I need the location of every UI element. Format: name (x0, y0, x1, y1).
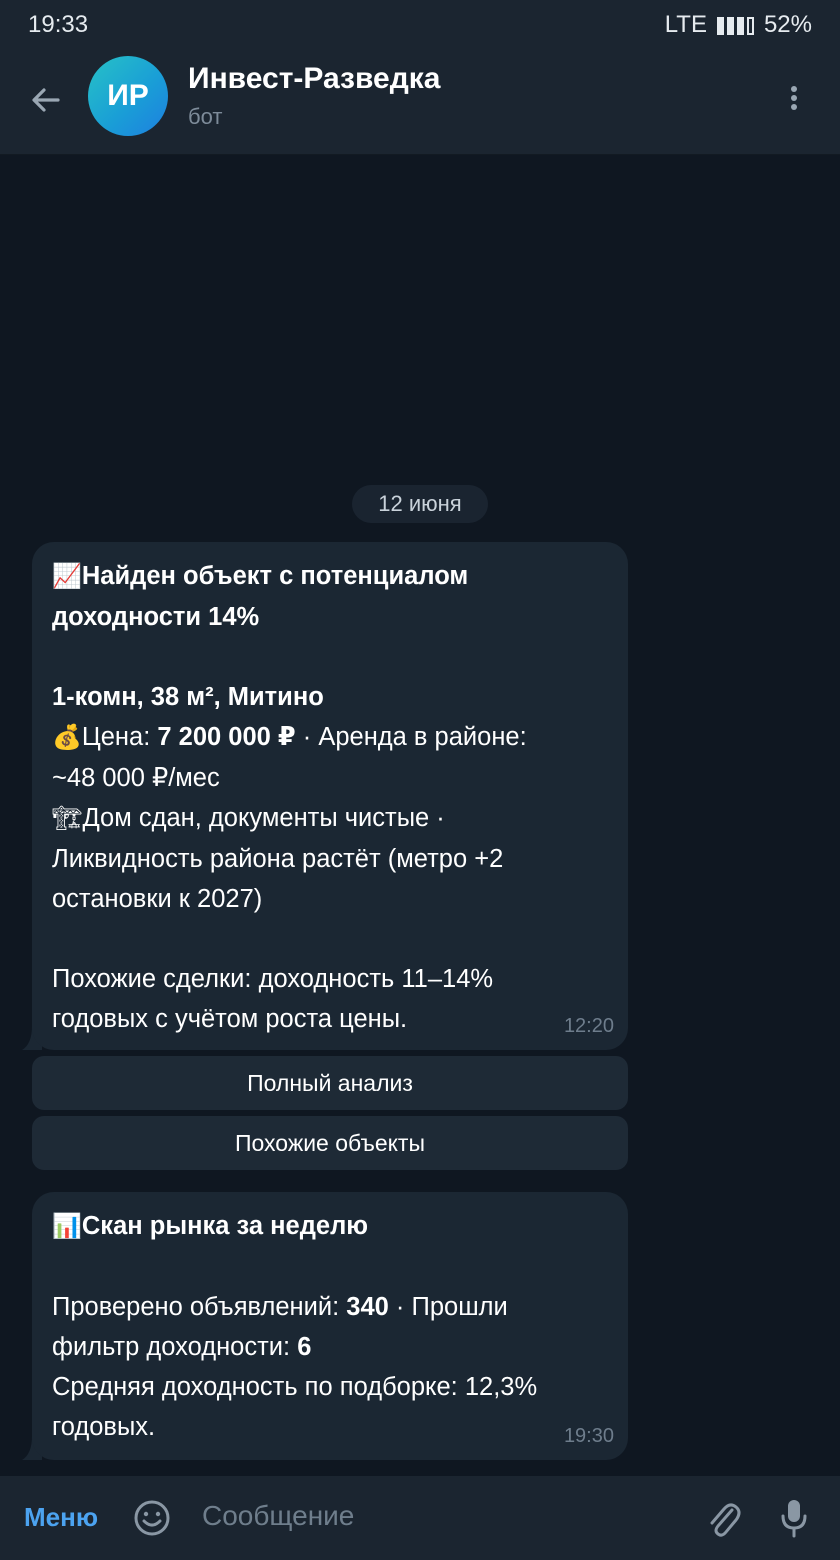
smile-icon (134, 1500, 170, 1536)
message-line (52, 637, 608, 677)
avatar[interactable]: ИР (88, 56, 168, 136)
paperclip-icon (710, 1503, 741, 1537)
chat-title[interactable]: Инвест-Разведка (188, 62, 440, 96)
message-input[interactable]: Сообщение (202, 1500, 354, 1532)
message-line: Похожие сделки: доходность 11–14% (52, 959, 608, 999)
date-separator: 12 июня (352, 485, 488, 523)
message-time: 12:20 (563, 1015, 614, 1037)
message-line: Средняя доходность по подборке: 12,3% (52, 1367, 608, 1407)
network-type: LTE (664, 11, 707, 38)
message-text-segment: 6 (297, 1333, 312, 1361)
message-text-segment: 7 200 000 ₽ (157, 723, 296, 751)
message-text-segment: фильтр доходности: (52, 1333, 298, 1361)
status-indicators: LTE 52% (665, 11, 812, 39)
message-text-segment: доходности 14% (52, 603, 260, 631)
battery-level: 52% (763, 11, 812, 38)
message-text-segment: Найден объект с потенциалом (81, 562, 469, 590)
message-text-segment: · Аренда в районе: (295, 723, 527, 751)
message-text-segment: остановки к 2027) (52, 885, 263, 913)
message-text-segment: Ликвидность района растёт (метро +2 (52, 845, 504, 873)
message-text-segment: годовых. (52, 1413, 156, 1441)
message-line: фильтр доходности: 6 (52, 1327, 608, 1367)
message-text-segment: ~48 000 ₽/мес (52, 764, 220, 792)
status-time: 19:33 (28, 11, 89, 38)
message-text-segment: Средняя доходность по подборке: 12,3% (52, 1373, 538, 1401)
message-text: 📊 Скан рынка за неделю Проверено объявле… (52, 1206, 608, 1447)
message-line: годовых с учётом роста цены. (52, 999, 608, 1039)
message-text-segment: Похожие сделки: доходность 11–14% (52, 965, 494, 993)
chat-header: ИР Инвест-Разведка бот (0, 50, 840, 155)
status-bar: 19:33 LTE 52% (0, 0, 840, 50)
similar-objects-button[interactable]: Похожие объекты (32, 1116, 628, 1170)
back-button[interactable] (24, 78, 68, 122)
message-line: годовых. (52, 1407, 608, 1447)
message-line: 📈 Найден объект с потенциалом (52, 556, 608, 597)
message-line (52, 1247, 608, 1287)
signal-icon (716, 15, 754, 35)
chart-up-icon: 📈 (52, 563, 82, 590)
message-line: Проверено объявлений: 340 · Прошли (52, 1287, 608, 1327)
message-line: ~48 000 ₽/мес (52, 758, 608, 798)
voice-button[interactable] (778, 1496, 810, 1540)
more-options-button[interactable] (780, 78, 808, 122)
avatar-initials: ИР (107, 79, 149, 112)
message-line: 🏗 Дом сдан, документы чистые · (52, 798, 608, 839)
message-text-segment: Цена: (81, 723, 158, 751)
message-text-segment: Скан рынка за неделю (81, 1212, 369, 1240)
construction-crane-icon: 🏗 (52, 805, 83, 832)
message-text-segment: 1-комн, 38 м², Митино (52, 683, 324, 711)
microphone-icon (781, 1500, 807, 1538)
money-bag-icon: 💰 (52, 724, 82, 751)
arrow-left-icon (32, 88, 60, 112)
message-line: остановки к 2027) (52, 879, 608, 919)
message-text-segment: · Прошли (388, 1293, 508, 1321)
message-line: доходности 14% (52, 597, 608, 637)
message-line (52, 919, 608, 959)
message-composer: Меню Сообщение (0, 1476, 840, 1560)
full-analysis-button[interactable]: Полный анализ (32, 1056, 628, 1110)
message-time: 19:30 (563, 1425, 614, 1447)
bar-chart-icon: 📊 (52, 1213, 82, 1240)
message-bubble[interactable]: 📈 Найден объект с потенциалом доходности … (32, 542, 628, 1050)
message-text: 📈 Найден объект с потенциалом доходности … (52, 556, 608, 1039)
chat-subtitle: бот (188, 104, 223, 129)
menu-button[interactable]: Меню (24, 1502, 98, 1533)
message-text-segment: Дом сдан, документы чистые · (82, 804, 445, 832)
emoji-button[interactable] (132, 1498, 172, 1538)
more-vertical-icon (791, 86, 797, 110)
message-text-segment: 340 (346, 1293, 389, 1321)
message-bubble[interactable]: 📊 Скан рынка за неделю Проверено объявле… (32, 1192, 628, 1460)
message-line: 📊 Скан рынка за неделю (52, 1206, 608, 1247)
message-text-segment: Проверено объявлений: (52, 1293, 347, 1321)
message-line: 1-комн, 38 м², Митино (52, 677, 608, 717)
message-line: 💰 Цена: 7 200 000 ₽ · Аренда в районе: (52, 717, 608, 758)
message-line: Ликвидность района растёт (метро +2 (52, 839, 608, 879)
attach-button[interactable] (704, 1496, 742, 1540)
message-text-segment: годовых с учётом роста цены. (52, 1005, 408, 1033)
